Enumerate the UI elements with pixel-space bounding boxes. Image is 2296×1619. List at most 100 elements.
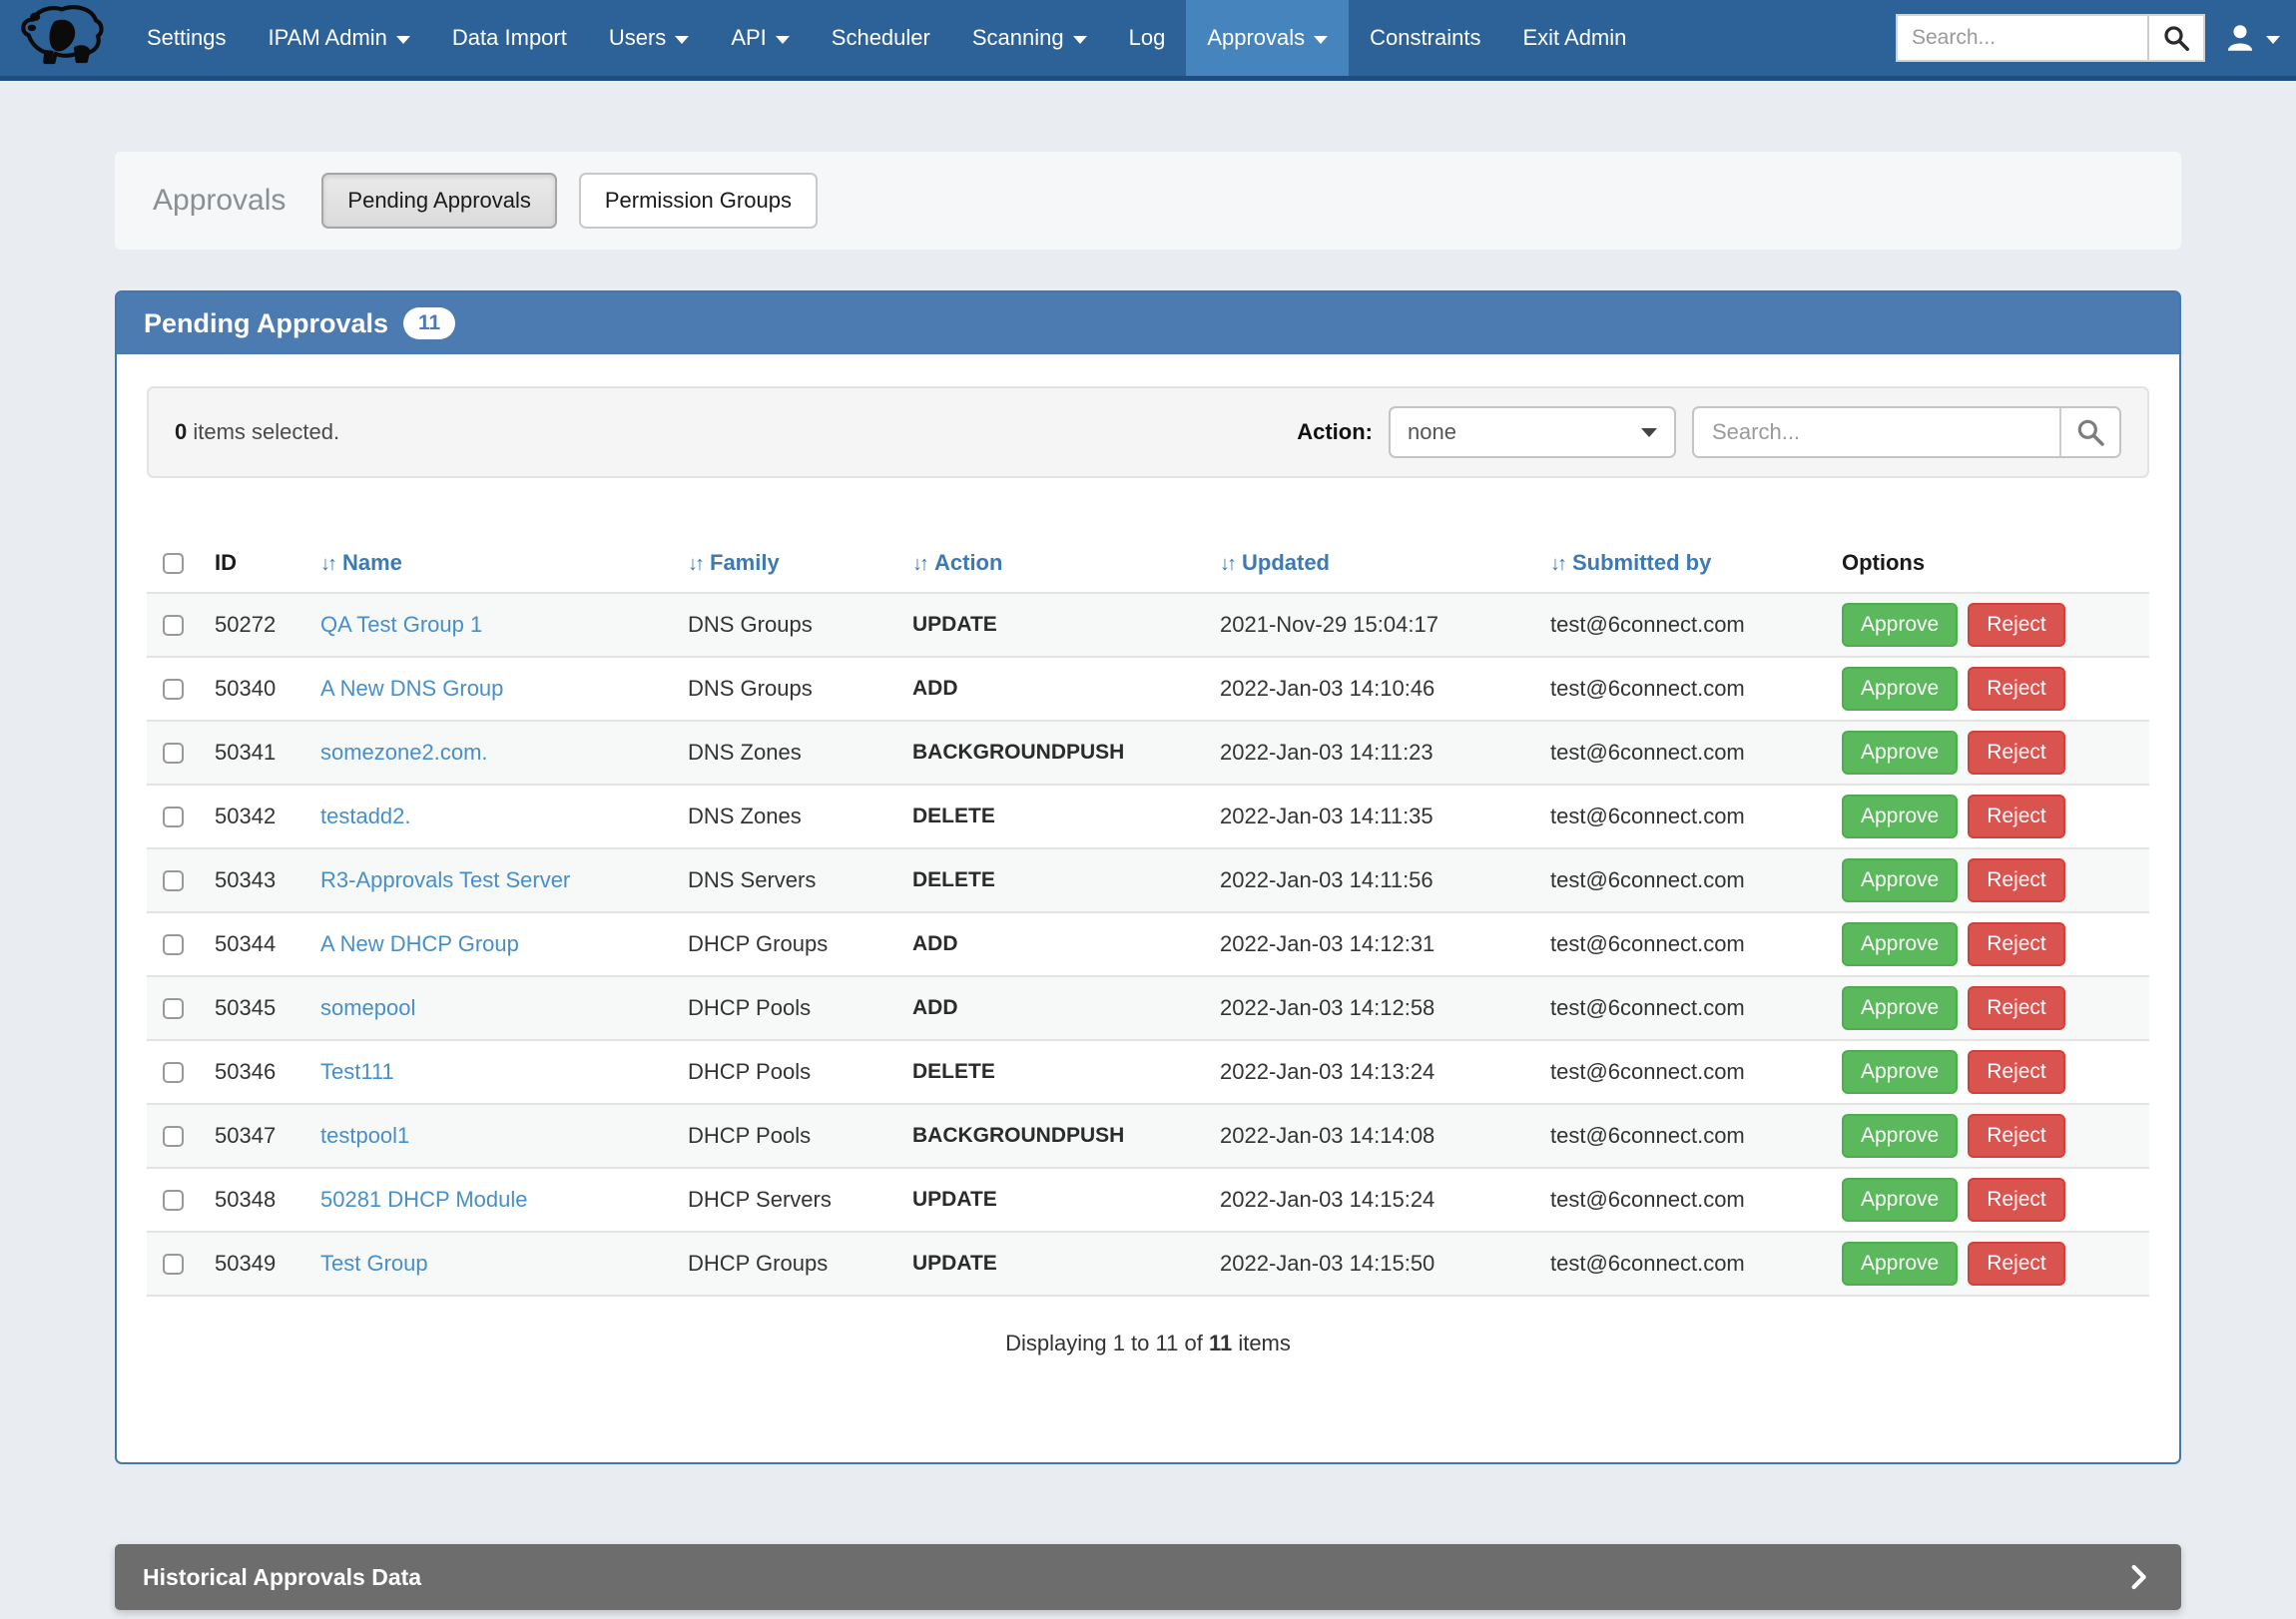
approve-button[interactable]: Approve [1842,858,1958,902]
row-name-link[interactable]: Test111 [320,1059,394,1084]
global-search-button[interactable] [2147,16,2203,60]
column-header-action[interactable]: ↓↑Action [912,550,1220,576]
reject-button[interactable]: Reject [1968,922,2065,966]
historical-title: Historical Approvals Data [143,1564,421,1591]
row-name-link[interactable]: A New DNS Group [320,676,503,701]
row-name-link[interactable]: testpool1 [320,1123,409,1148]
chevron-down-icon [776,36,790,44]
row-submitted-by: test@6connect.com [1550,740,1842,766]
row-checkbox[interactable] [163,998,184,1019]
nav-item-label: Approvals [1207,25,1305,51]
approve-button[interactable]: Approve [1842,1178,1958,1222]
row-family: DNS Zones [688,740,912,766]
row-checkbox[interactable] [163,679,184,700]
column-header-options: Options [1842,550,2149,576]
pagination-status: Displaying 1 to 11 of 11 items [147,1331,2149,1462]
reject-button[interactable]: Reject [1968,667,2065,711]
row-checkbox[interactable] [163,1190,184,1211]
table-search-input[interactable] [1694,408,2059,456]
row-checkbox[interactable] [163,615,184,636]
nav-item-ipam-admin[interactable]: IPAM Admin [248,0,431,76]
row-updated: 2022-Jan-03 14:11:23 [1220,740,1550,766]
nav-item-constraints[interactable]: Constraints [1349,0,1501,76]
column-header-name[interactable]: ↓↑Name [320,550,688,576]
reject-button[interactable]: Reject [1968,603,2065,647]
row-family: DHCP Servers [688,1187,912,1213]
row-family: DHCP Pools [688,1123,912,1149]
row-id: 50347 [215,1123,320,1149]
select-all-checkbox[interactable] [163,553,184,574]
sort-icon: ↓↑ [912,553,926,575]
row-name-link[interactable]: testadd2. [320,804,411,828]
row-name-link[interactable]: 50281 DHCP Module [320,1187,528,1212]
approve-button[interactable]: Approve [1842,603,1958,647]
approve-button[interactable]: Approve [1842,795,1958,838]
approve-button[interactable]: Approve [1842,1114,1958,1158]
approve-button[interactable]: Approve [1842,667,1958,711]
reject-button[interactable]: Reject [1968,1050,2065,1094]
nav-item-users[interactable]: Users [588,0,710,76]
row-options-cell: ApproveReject [1842,922,2149,966]
approvals-header-card: Approvals Pending ApprovalsPermission Gr… [115,152,2181,250]
user-menu[interactable] [2223,21,2280,55]
reject-button[interactable]: Reject [1968,1242,2065,1286]
global-search-input[interactable] [1898,16,2147,60]
nav-item-approvals[interactable]: Approvals [1186,0,1349,76]
column-header-updated[interactable]: ↓↑Updated [1220,550,1550,576]
reject-button[interactable]: Reject [1968,731,2065,775]
tab-permission-groups[interactable]: Permission Groups [579,173,818,229]
column-header-select [147,553,215,574]
approve-button[interactable]: Approve [1842,1050,1958,1094]
row-options-cell: ApproveReject [1842,731,2149,775]
nav-item-settings[interactable]: Settings [126,0,248,76]
row-checkbox[interactable] [163,1254,184,1275]
row-name-link[interactable]: QA Test Group 1 [320,612,482,637]
row-name-link[interactable]: somepool [320,995,415,1020]
table-search-button[interactable] [2059,408,2119,456]
sort-icon: ↓↑ [320,553,334,575]
row-checkbox[interactable] [163,1062,184,1083]
row-checkbox[interactable] [163,807,184,827]
row-action: ADD [912,677,1220,701]
row-name-link[interactable]: A New DHCP Group [320,931,519,956]
row-name-cell: testadd2. [320,804,688,829]
row-checkbox[interactable] [163,1126,184,1147]
row-checkbox[interactable] [163,743,184,764]
reject-button[interactable]: Reject [1968,1114,2065,1158]
reject-button[interactable]: Reject [1968,858,2065,902]
row-name-link[interactable]: Test Group [320,1251,428,1276]
row-updated: 2022-Jan-03 14:12:58 [1220,995,1550,1021]
approve-button[interactable]: Approve [1842,986,1958,1030]
table-row: 50345somepoolDHCP PoolsADD2022-Jan-03 14… [147,975,2149,1039]
reject-button[interactable]: Reject [1968,795,2065,838]
nav-item-label: Users [609,25,666,51]
column-header-family[interactable]: ↓↑Family [688,550,912,576]
reject-button[interactable]: Reject [1968,1178,2065,1222]
panel-title: Pending Approvals [144,308,388,339]
approve-button[interactable]: Approve [1842,1242,1958,1286]
row-name-link[interactable]: somezone2.com. [320,740,488,765]
nav-item-exit-admin[interactable]: Exit Admin [1501,0,1647,76]
row-submitted-by: test@6connect.com [1550,1123,1842,1149]
action-select[interactable]: none [1389,406,1676,458]
approve-button[interactable]: Approve [1842,731,1958,775]
nav-item-data-import[interactable]: Data Import [431,0,588,76]
provision-panda-logo[interactable] [0,0,126,76]
nav-item-scanning[interactable]: Scanning [951,0,1108,76]
column-header-submitted-by[interactable]: ↓↑Submitted by [1550,550,1842,576]
reject-button[interactable]: Reject [1968,986,2065,1030]
approve-button[interactable]: Approve [1842,922,1958,966]
row-id: 50346 [215,1059,320,1085]
historical-approvals-bar[interactable]: Historical Approvals Data [115,1544,2181,1610]
nav-item-scheduler[interactable]: Scheduler [811,0,951,76]
row-checkbox[interactable] [163,870,184,891]
table-row: 50341somezone2.com.DNS ZonesBACKGROUNDPU… [147,720,2149,784]
row-name-link[interactable]: R3-Approvals Test Server [320,867,570,892]
row-checkbox[interactable] [163,934,184,955]
table-row: 50342testadd2.DNS ZonesDELETE2022-Jan-03… [147,784,2149,847]
nav-item-log[interactable]: Log [1108,0,1187,76]
chevron-right-icon [2123,1562,2153,1592]
pending-approvals-panel: Pending Approvals 11 0 items selected. A… [115,290,2181,1464]
nav-item-api[interactable]: API [710,0,810,76]
tab-pending-approvals[interactable]: Pending Approvals [321,173,556,229]
